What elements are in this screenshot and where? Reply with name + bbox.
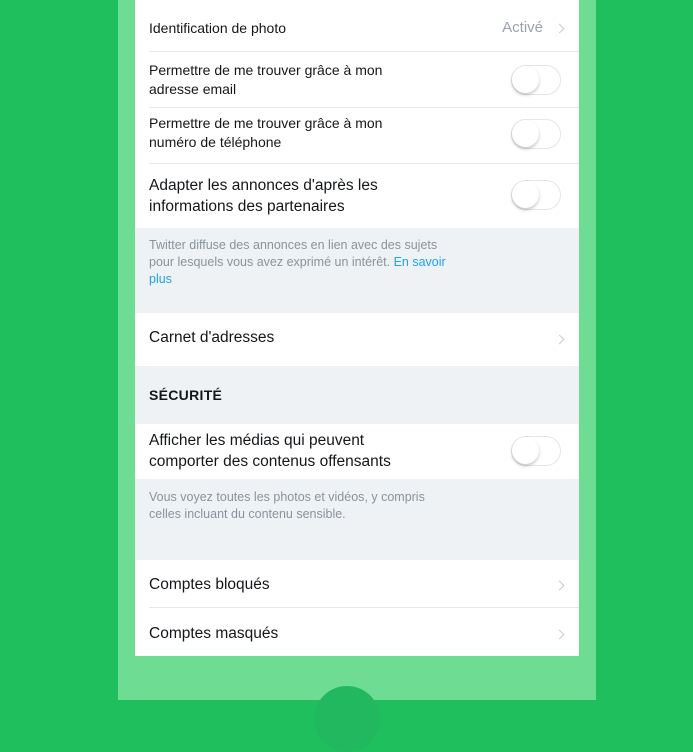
sensitive-note-line1: Vous voyez toutes les photos et vidéos, … bbox=[149, 490, 425, 504]
photo-tagging-row[interactable]: Identification de photo Activé bbox=[135, 0, 579, 52]
blocked-accounts-label: Comptes bloqués bbox=[149, 576, 270, 593]
security-section-title: SÉCURITÉ bbox=[149, 387, 223, 403]
toggle-knob bbox=[512, 181, 539, 208]
sensitive-media-label-line1: Afficher les médias qui peuvent bbox=[149, 432, 365, 449]
find-by-phone-label-line1: Permettre de me trouver grâce à mon bbox=[149, 115, 383, 131]
find-by-email-label-line2: adresse email bbox=[149, 81, 237, 97]
personalize-ads-label-line1: Adapter les annonces d'après les bbox=[149, 177, 378, 194]
find-by-phone-toggle[interactable] bbox=[511, 119, 561, 149]
address-book-label: Carnet d'adresses bbox=[149, 329, 275, 346]
find-by-email-row: Permettre de me trouver grâce à mon adre… bbox=[135, 52, 579, 108]
personalize-ads-label: Adapter les annonces d'après les informa… bbox=[149, 175, 378, 217]
ads-note-line1: Twitter diffuse des annonces en lien ave… bbox=[149, 238, 438, 252]
learn-more-link-part1: En savoir bbox=[393, 255, 446, 269]
find-by-email-label: Permettre de me trouver grâce à mon adre… bbox=[149, 61, 382, 99]
toggle-knob bbox=[512, 66, 539, 93]
sensitive-media-toggle[interactable] bbox=[511, 436, 561, 466]
sensitive-note-line2: celles incluant du contenu sensible. bbox=[149, 507, 346, 521]
find-by-phone-label-line2: numéro de téléphone bbox=[149, 134, 282, 150]
find-by-phone-label: Permettre de me trouver grâce à mon numé… bbox=[149, 114, 382, 152]
muted-accounts-row[interactable]: Comptes masqués bbox=[135, 608, 579, 656]
personalize-ads-row: Adapter les annonces d'après les informa… bbox=[135, 164, 579, 228]
blocked-accounts-row[interactable]: Comptes bloqués bbox=[135, 560, 579, 608]
ads-info-note: Twitter diffuse des annonces en lien ave… bbox=[149, 237, 549, 288]
find-by-email-label-line1: Permettre de me trouver grâce à mon bbox=[149, 62, 383, 78]
learn-more-link-part2: plus bbox=[149, 272, 172, 286]
ads-note-line2: pour lesquels vous avez exprimé un intér… bbox=[149, 255, 394, 269]
chevron-right-icon bbox=[554, 580, 565, 591]
chevron-right-icon bbox=[554, 23, 565, 34]
photo-tagging-label: Identification de photo bbox=[149, 20, 286, 36]
chevron-right-icon bbox=[554, 334, 565, 345]
personalize-ads-toggle[interactable] bbox=[511, 180, 561, 210]
address-book-row[interactable]: Carnet d'adresses bbox=[135, 313, 579, 366]
chevron-right-icon bbox=[554, 629, 565, 640]
sensitive-media-note: Vous voyez toutes les photos et vidéos, … bbox=[149, 489, 549, 523]
privacy-settings-screen: Identification de photo Activé Permettre… bbox=[135, 0, 579, 656]
sensitive-media-label-line2: comporter des contenus offensants bbox=[149, 453, 391, 470]
muted-accounts-label: Comptes masqués bbox=[149, 625, 279, 642]
sensitive-media-row: Afficher les médias qui peuvent comporte… bbox=[135, 424, 579, 479]
personalize-ads-label-line2: informations des partenaires bbox=[149, 198, 345, 215]
find-by-email-toggle[interactable] bbox=[511, 65, 561, 95]
find-by-phone-row: Permettre de me trouver grâce à mon numé… bbox=[135, 108, 579, 164]
home-button[interactable] bbox=[314, 686, 380, 752]
toggle-knob bbox=[512, 120, 539, 147]
toggle-knob bbox=[512, 437, 539, 464]
sensitive-media-label: Afficher les médias qui peuvent comporte… bbox=[149, 430, 391, 472]
photo-tagging-value: Activé bbox=[502, 19, 543, 36]
